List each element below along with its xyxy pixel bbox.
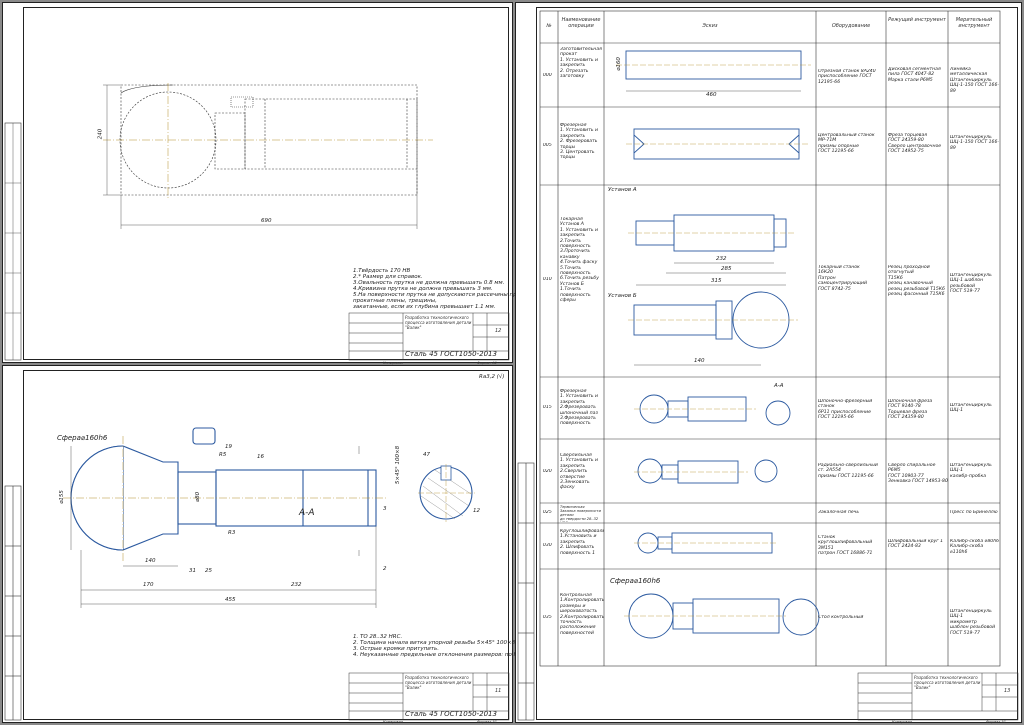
row-number: 010	[543, 277, 552, 282]
col-header-measuring-tool: Мерительный инструмент	[955, 17, 993, 29]
row-number: 030	[543, 543, 552, 548]
col-header-cutting-tool: Режущий инструмент	[888, 17, 946, 23]
sketch-dim-140: 140	[694, 358, 705, 364]
row-equipment: Станок круглошлифовальный 3М151 патрон Г…	[818, 535, 873, 557]
col-header-sketch: Эскиз	[702, 23, 718, 29]
row-number: 020	[543, 469, 552, 474]
col-header-operation: Наименование операции	[561, 17, 601, 29]
dim-232: 232	[291, 582, 302, 588]
dim-31: 31	[189, 568, 196, 574]
dimension-diameter: 240	[97, 128, 104, 140]
row-number: 000	[543, 73, 552, 78]
technical-notes: 1.Твёрдость 170 НВ 2.* Размер для справо…	[353, 268, 535, 310]
dim-16: 16	[257, 454, 264, 460]
stamp-sheet-number: 12	[495, 328, 502, 334]
sketch-label-sphere: Сфера⌀160h6	[610, 577, 661, 585]
row-measuring-tool: Штангенциркуль ШЦ-1 шаблон резьбовой ГОС…	[950, 273, 992, 295]
row-equipment: Шпоночно-фрезерный станок 6Р11 приспособ…	[818, 399, 873, 421]
stamp-title: Разработка технологического процесса изг…	[405, 675, 472, 690]
stamp-title: Разработка технологического процесса изг…	[405, 315, 472, 330]
dim-47: 47	[423, 452, 430, 458]
drawing-sheet-part: Сфера⌀160h6 А-А Ra3,2 (√) 5×45° 100×8 ⌀1…	[2, 365, 566, 724]
drawing-sheet-blank: 240 690 1.Твёрдость 170 НВ 2.* Размер дл…	[2, 2, 535, 365]
row-cutting-tool: Шлифовальный круг 1 ГОСТ 2424-83	[888, 539, 944, 550]
sketch-label-section: А-А	[774, 383, 784, 389]
stamp-material: Сталь 45 ГОСТ1050-2013	[405, 350, 497, 358]
row-equipment: Отрезной станок 8А240 приспособление ГОС…	[818, 69, 876, 85]
sketch-dim-232: 232	[716, 256, 727, 262]
row-equipment: Радиально-сверлильный ст. 2А554 призмы Г…	[818, 463, 878, 479]
dim-25: 25	[205, 568, 212, 574]
dim-d80: ⌀80	[195, 491, 202, 503]
footer-format: Формат А1	[477, 720, 497, 724]
row-equipment: Токарный станок 16К20 Патрон самоцентрир…	[818, 265, 867, 292]
footer-copied: Копировал	[383, 720, 403, 724]
dim-r5: R5	[219, 452, 227, 458]
dim-19: 19	[225, 444, 232, 450]
dim-3: 3	[383, 506, 387, 512]
row-operation: Термическая Закалка поверхности детали д…	[560, 505, 601, 522]
dim-12: 12	[473, 508, 480, 514]
row-number: 015	[543, 405, 552, 410]
sketch-dim-d160: ⌀160	[615, 57, 622, 71]
row-equipment: Закалочная печь	[818, 510, 860, 515]
sketch-dim-285: 285	[721, 266, 732, 272]
row-operation: Токарная Установ А 1. Установить и закре…	[560, 217, 599, 304]
row-cutting-tool: Фреза торцевая ГОСТ 24359-80 Сверло цент…	[888, 133, 942, 155]
section-label: А-А	[299, 508, 315, 518]
row-operation: Сверлильная 1. Установить и закрепить 2.…	[560, 453, 598, 491]
dim-d155: ⌀155	[58, 490, 65, 504]
row-operation: Круглошлифовальная 1.Установить и закреп…	[560, 529, 604, 556]
row-measuring-tool: Пресс по Бринеллю	[950, 510, 998, 515]
dim-170: 170	[143, 582, 154, 588]
sketch-label-setup-a: Установ А	[608, 187, 637, 193]
dim-2: 2	[383, 566, 387, 572]
col-header-number: №	[546, 23, 552, 29]
row-cutting-tool: Шпоночная фреза ГОСТ 9140-78 Торцевая фр…	[888, 399, 933, 421]
part-drawing	[4, 427, 510, 721]
footer-format: Формат А1	[986, 720, 1006, 724]
row-equipment: Стол контрольный	[818, 615, 864, 620]
row-measuring-tool: Линейка металлическая Штангенциркуль ШЦ-…	[950, 67, 1000, 94]
row-number: 005	[543, 143, 552, 148]
dim-455: 455	[225, 597, 236, 603]
row-operation: Фрезерная 1. Установить и закрепить 2.Фр…	[560, 389, 598, 427]
dim-r3: R3	[228, 530, 236, 536]
row-measuring-tool: Штангенциркуль ШЦ-1 микрометр шаблон рез…	[950, 609, 996, 636]
col-header-equipment: Оборудование	[831, 23, 871, 29]
stamp-sheet-number: 11	[495, 688, 502, 694]
stamp-sheet-number: 13	[1004, 688, 1011, 694]
row-number: 025	[543, 510, 552, 515]
route-map-sheet: № Наименование операции Эскиз Оборудован…	[515, 2, 1022, 724]
row-measuring-tool: Штангенциркуль ШЦ-1 калибр-пробка	[950, 463, 992, 479]
row-cutting-tool: Резец проходной отогнутый Т15К6 резец ка…	[888, 265, 945, 298]
row-measuring-tool: Штангенциркуль ШЦ-1-150 ГОСТ 166-89	[950, 135, 1000, 151]
dim-140: 140	[145, 558, 156, 564]
dimension-length: 690	[261, 218, 272, 224]
row-number: 035	[543, 615, 552, 620]
thread-label: 5×45° 100×8	[395, 445, 402, 485]
sketch-label-setup-b: Установ Б	[608, 293, 637, 299]
row-cutting-tool: Дисковая сегментная пила ГОСТ 4047-82 Ма…	[888, 67, 941, 83]
row-operation: Фрезерная 1. Установить и закрепить 2. Ф…	[560, 123, 598, 161]
stamp-material: Сталь 45 ГОСТ1050-2013	[405, 710, 497, 718]
row-operation: Контрольная 1.Контролировать размеры и ш…	[560, 593, 604, 636]
row-equipment: Центровальный станок МР-71М призмы опорн…	[818, 133, 875, 155]
footer-copied: Копировал	[892, 720, 912, 724]
row-operation: Заготовительная прокат 1. Установить и з…	[560, 47, 602, 80]
row-measuring-tool: Калибр-скоба ⌀80h6 Калибр-скоба ⌀110h6	[950, 539, 1000, 555]
row-measuring-tool: Штангенциркуль ШЦ-1	[950, 403, 992, 414]
sphere-label: Сфера⌀160h6	[57, 434, 108, 442]
roughness-mark: Ra3,2 (√)	[479, 374, 505, 380]
sketch-dim-315: 315	[711, 278, 722, 284]
stamp-title: Разработка технологического процесса изг…	[914, 675, 981, 690]
row-cutting-tool: Сверло спиральное Р6М5 ГОСТ 10903-77 Зен…	[888, 463, 948, 485]
sketch-dim-460: 460	[706, 92, 717, 98]
